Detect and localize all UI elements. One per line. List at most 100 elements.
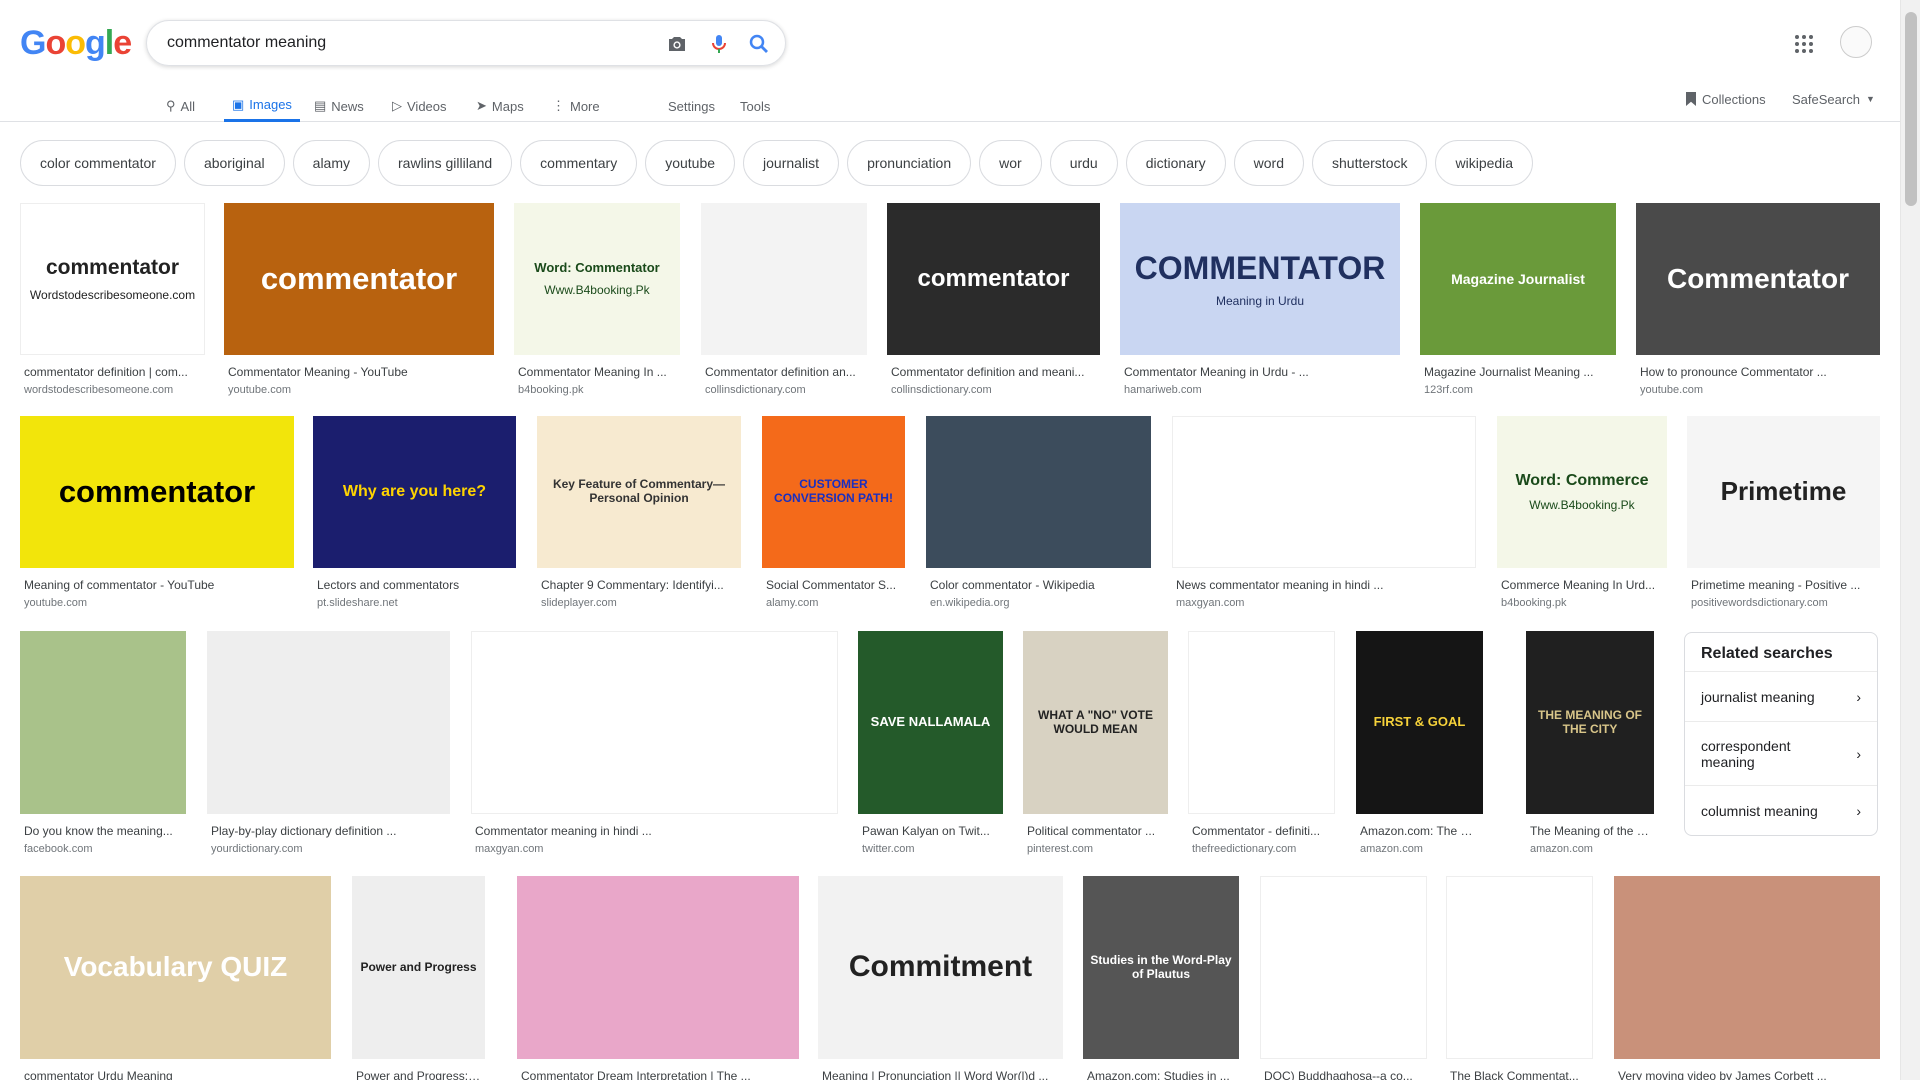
image-result[interactable]: Commentator Dream Interpretation | The .… (517, 876, 799, 1080)
result-thumbnail[interactable]: Studies in the Word-Play of Plautus (1083, 876, 1239, 1059)
settings-link[interactable]: Settings (668, 90, 715, 122)
result-title[interactable]: Amazon.com: The Gri... (1360, 824, 1481, 838)
image-result[interactable]: Color commentator - Wikipedia en.wikipedi… (926, 416, 1151, 610)
result-thumbnail[interactable]: commentator (224, 203, 494, 355)
image-result[interactable]: Magazine Journalist Magazine Journalist M… (1420, 203, 1616, 397)
result-title[interactable]: Amazon.com: Studies in ... (1087, 1069, 1237, 1080)
result-title[interactable]: commentator definition | com... (24, 365, 203, 379)
result-thumbnail[interactable]: WHAT A "NO" VOTE WOULD MEAN (1023, 631, 1168, 814)
result-thumbnail[interactable]: FIRST & GOAL (1356, 631, 1483, 814)
image-result[interactable]: Power and Progress Power and Progress: J.… (352, 876, 485, 1080)
scrollbar-thumb[interactable] (1905, 12, 1917, 206)
tab-more[interactable]: ⋮ More (552, 90, 600, 122)
result-title[interactable]: Color commentator - Wikipedia (930, 578, 1149, 592)
result-domain[interactable]: collinsdictionary.com (705, 384, 865, 396)
image-result[interactable]: Commentator meaning in hindi ... maxgyan.… (471, 631, 838, 856)
result-thumbnail[interactable]: Primetime (1687, 416, 1880, 568)
result-title[interactable]: Commentator - definiti... (1192, 824, 1333, 838)
result-domain[interactable]: pinterest.com (1027, 843, 1166, 855)
related-search-item[interactable]: columnist meaning › (1685, 785, 1877, 835)
result-title[interactable]: Meaning of commentator - YouTube (24, 578, 292, 592)
result-thumbnail[interactable] (701, 203, 867, 355)
image-result[interactable]: commentator Commentator definition and me… (887, 203, 1100, 397)
result-title[interactable]: Do you know the meaning... (24, 824, 184, 838)
microphone-icon[interactable] (707, 32, 731, 56)
result-domain[interactable]: b4booking.pk (518, 384, 678, 396)
related-search-item[interactable]: journalist meaning › (1685, 671, 1877, 721)
result-title[interactable]: Commentator definition an... (705, 365, 865, 379)
image-result[interactable]: commentator Commentator Meaning - YouTube… (224, 203, 494, 397)
result-title[interactable]: Chapter 9 Commentary: Identifyi... (541, 578, 739, 592)
result-domain[interactable]: yourdictionary.com (211, 843, 448, 855)
image-result[interactable]: Word: Commentator Www.B4booking.Pk Comment… (514, 203, 680, 397)
result-domain[interactable]: pt.slideshare.net (317, 597, 514, 609)
result-thumbnail[interactable]: Word: Commentator Www.B4booking.Pk (514, 203, 680, 355)
account-avatar[interactable] (1840, 26, 1872, 58)
result-thumbnail[interactable] (1446, 876, 1593, 1059)
image-result[interactable]: commentator Meaning of commentator - YouT… (20, 416, 294, 610)
tab-all[interactable]: ⚲ All (166, 90, 195, 122)
image-result[interactable]: News commentator meaning in hindi ... max… (1172, 416, 1476, 610)
image-result[interactable]: Very moving video by James Corbett ... (1614, 876, 1880, 1080)
image-result[interactable]: Commitment Meaning | Pronunciation || Wor… (818, 876, 1063, 1080)
result-thumbnail[interactable]: Word: Commerce Www.B4booking.Pk (1497, 416, 1667, 568)
image-result[interactable]: Commentator definition an... collinsdicti… (701, 203, 867, 397)
chip[interactable]: journalist (743, 140, 840, 186)
image-result[interactable]: The Black Commentat... (1446, 876, 1593, 1080)
result-thumbnail[interactable] (1172, 416, 1476, 568)
result-thumbnail[interactable]: Commentator (1636, 203, 1880, 355)
tab-videos[interactable]: ▷ Videos (392, 90, 447, 122)
result-domain[interactable]: b4booking.pk (1501, 597, 1665, 609)
search-box[interactable]: commentator meaning (146, 20, 786, 66)
result-title[interactable]: Social Commentator S... (766, 578, 903, 592)
image-result[interactable]: Vocabulary QUIZ commentator Urdu Meaning (20, 876, 331, 1080)
result-title[interactable]: Magazine Journalist Meaning ... (1424, 365, 1614, 379)
search-input[interactable]: commentator meaning (167, 34, 326, 52)
image-result[interactable]: CUSTOMER CONVERSION PATH! Social Commenta… (762, 416, 905, 610)
search-icon[interactable] (747, 32, 771, 56)
chip[interactable]: urdu (1049, 140, 1118, 186)
apps-grid-icon[interactable] (1794, 34, 1814, 54)
result-domain[interactable]: twitter.com (862, 843, 1001, 855)
result-thumbnail[interactable]: Power and Progress (352, 876, 485, 1059)
result-thumbnail[interactable] (207, 631, 450, 814)
chip[interactable]: shutterstock (1312, 140, 1428, 186)
chip[interactable]: word (1233, 140, 1304, 186)
image-result[interactable]: Commentator How to pronounce Commentator … (1636, 203, 1880, 397)
chip[interactable]: dictionary (1125, 140, 1226, 186)
result-domain[interactable]: positivewordsdictionary.com (1691, 597, 1878, 609)
chip[interactable]: commentary (520, 140, 638, 186)
result-title[interactable]: News commentator meaning in hindi ... (1176, 578, 1474, 592)
collections-link[interactable]: Collections (1686, 90, 1766, 108)
image-result[interactable]: Word: Commerce Www.B4booking.Pk Commerce M… (1497, 416, 1667, 610)
camera-icon[interactable] (665, 32, 689, 56)
result-domain[interactable]: maxgyan.com (1176, 597, 1474, 609)
result-domain[interactable]: youtube.com (24, 597, 292, 609)
result-title[interactable]: Play-by-play dictionary definition ... (211, 824, 448, 838)
result-thumbnail[interactable]: commentator (20, 416, 294, 568)
result-domain[interactable]: hamariweb.com (1124, 384, 1398, 396)
result-title[interactable]: Political commentator ... (1027, 824, 1166, 838)
scrollbar[interactable] (1900, 0, 1920, 1080)
chip[interactable]: rawlins gilliland (378, 140, 513, 186)
result-thumbnail[interactable] (926, 416, 1151, 568)
result-domain[interactable]: youtube.com (1640, 384, 1878, 396)
tab-maps[interactable]: ➤ Maps (476, 90, 524, 122)
result-domain[interactable]: slideplayer.com (541, 597, 739, 609)
image-result[interactable]: SAVE NALLAMALA Pawan Kalyan on Twit... twi… (858, 631, 1003, 856)
chip[interactable]: alamy (292, 140, 371, 186)
result-domain[interactable]: maxgyan.com (475, 843, 836, 855)
result-domain[interactable]: youtube.com (228, 384, 492, 396)
result-thumbnail[interactable]: Why are you here? (313, 416, 516, 568)
result-domain[interactable]: wordstodescribesomeone.com (24, 384, 203, 396)
image-result[interactable]: THE MEANING OF THE CITY The Meaning of th… (1526, 631, 1654, 856)
result-title[interactable]: Lectors and commentators (317, 578, 514, 592)
result-thumbnail[interactable]: SAVE NALLAMALA (858, 631, 1003, 814)
safesearch-dropdown[interactable]: SafeSearch ▼ (1792, 90, 1875, 108)
image-result[interactable]: Studies in the Word-Play of Plautus Amazo… (1083, 876, 1239, 1080)
result-thumbnail[interactable] (471, 631, 838, 814)
image-result[interactable]: COMMENTATOR Meaning in Urdu Commentator Me… (1120, 203, 1400, 397)
result-domain[interactable]: 123rf.com (1424, 384, 1614, 396)
image-result[interactable]: WHAT A "NO" VOTE WOULD MEAN Political com… (1023, 631, 1168, 856)
result-title[interactable]: Meaning | Pronunciation || Word Wor(l)d … (822, 1069, 1061, 1080)
